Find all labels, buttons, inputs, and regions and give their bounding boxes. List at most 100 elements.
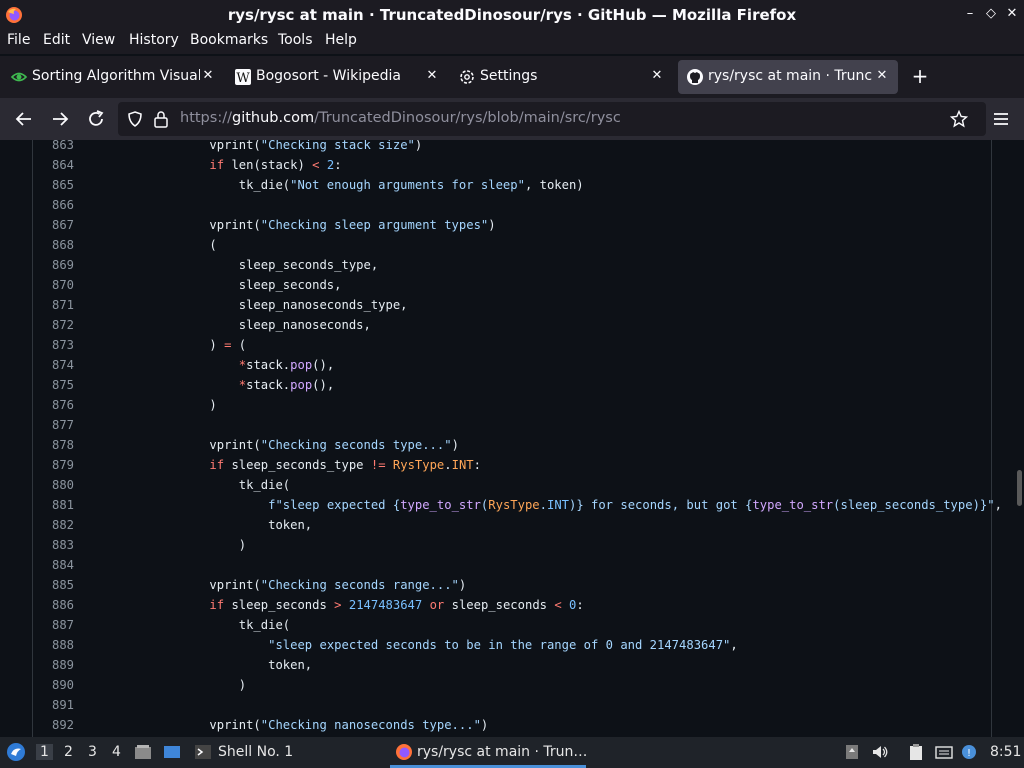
start-menu-icon[interactable] <box>6 742 26 762</box>
line-number[interactable]: 875 <box>40 375 74 395</box>
line-number[interactable]: 891 <box>40 695 74 715</box>
line-number[interactable]: 876 <box>40 395 74 415</box>
line-number[interactable]: 867 <box>40 215 74 235</box>
workspace-3[interactable]: 3 <box>88 744 97 760</box>
code-line: 870 sleep_seconds, <box>0 275 1024 295</box>
line-number[interactable]: 864 <box>40 155 74 175</box>
sorting-visualizer-icon <box>10 72 28 82</box>
line-number[interactable]: 878 <box>40 435 74 455</box>
line-number[interactable]: 863 <box>40 140 74 155</box>
minimize-button[interactable]: – <box>961 5 979 23</box>
bookmark-star-icon[interactable] <box>950 110 968 128</box>
code-line: 876 ) <box>0 395 1024 415</box>
menu-history[interactable]: History <box>129 32 179 48</box>
tracking-protection-shield-icon[interactable] <box>126 110 144 128</box>
code-text: ) <box>180 538 247 552</box>
line-number[interactable]: 866 <box>40 195 74 215</box>
menu-bar: File Edit View History Bookmarks Tools H… <box>0 30 1024 54</box>
wikipedia-icon: W <box>235 69 251 86</box>
code-text: ( <box>180 238 217 252</box>
tab-strip: Sorting Algorithm Visuali ✕ W Bogosort -… <box>0 56 1024 98</box>
line-number[interactable]: 883 <box>40 535 74 555</box>
line-number[interactable]: 882 <box>40 515 74 535</box>
workspace-4[interactable]: 4 <box>112 744 121 760</box>
code-line: 863 vprint("Checking stack size") <box>0 140 1024 155</box>
menu-file[interactable]: File <box>7 32 30 48</box>
forward-arrow-icon[interactable] <box>49 108 71 130</box>
menu-tools[interactable]: Tools <box>278 32 313 48</box>
hamburger-menu-icon[interactable] <box>990 108 1012 130</box>
line-number[interactable]: 870 <box>40 275 74 295</box>
line-number[interactable]: 890 <box>40 675 74 695</box>
tab-rysc-github[interactable]: rys/rysc at main · Truncat ✕ <box>678 60 898 94</box>
tab-settings[interactable]: Settings ✕ <box>450 60 674 94</box>
line-number[interactable]: 865 <box>40 175 74 195</box>
menu-bookmarks[interactable]: Bookmarks <box>190 32 268 48</box>
close-tab-icon[interactable]: ✕ <box>424 68 440 84</box>
volume-icon[interactable] <box>871 743 889 761</box>
line-number[interactable]: 885 <box>40 575 74 595</box>
menu-view[interactable]: View <box>82 32 115 48</box>
code-line: 886 if sleep_seconds > 2147483647 or sle… <box>0 595 1024 615</box>
line-number[interactable]: 881 <box>40 495 74 515</box>
code-text: sleep_seconds, <box>180 278 342 292</box>
file-manager-icon[interactable] <box>134 743 152 761</box>
line-number[interactable]: 873 <box>40 335 74 355</box>
line-number[interactable]: 869 <box>40 255 74 275</box>
close-tab-icon[interactable]: ✕ <box>874 68 890 84</box>
notification-icon[interactable]: ! <box>960 743 978 761</box>
line-number[interactable]: 886 <box>40 595 74 615</box>
line-number[interactable]: 880 <box>40 475 74 495</box>
reload-icon[interactable] <box>85 108 107 130</box>
line-number[interactable]: 892 <box>40 715 74 735</box>
close-tab-icon[interactable]: ✕ <box>649 68 665 84</box>
url-host: github.com <box>231 110 315 126</box>
url-bar[interactable]: https://github.com/TruncatedDinosour/rys… <box>118 102 986 136</box>
tab-bogosort-wikipedia[interactable]: W Bogosort - Wikipedia ✕ <box>226 60 446 94</box>
scrollbar-thumb[interactable] <box>1017 470 1022 506</box>
code-line: 878 vprint("Checking seconds type...") <box>0 435 1024 455</box>
code-line: 891 <box>0 695 1024 715</box>
code-viewer[interactable]: 863 vprint("Checking stack size") 864 if … <box>0 140 1024 737</box>
desktop-icon[interactable] <box>163 743 181 761</box>
line-number[interactable]: 871 <box>40 295 74 315</box>
line-number[interactable]: 872 <box>40 315 74 335</box>
lock-icon[interactable] <box>153 110 169 128</box>
tab-sorting-visualizer[interactable]: Sorting Algorithm Visuali ✕ <box>2 60 222 94</box>
url-path: /TruncatedDinosour/rys/blob/main/src/rys… <box>314 110 621 126</box>
code-text: vprint("Checking nanoseconds type...") <box>180 718 489 732</box>
url-text[interactable]: https://github.com/TruncatedDinosour/rys… <box>180 110 621 126</box>
close-tab-icon[interactable]: ✕ <box>200 68 216 84</box>
code-text: vprint("Checking seconds type...") <box>180 438 459 452</box>
code-line: 885 vprint("Checking seconds range...") <box>0 575 1024 595</box>
new-tab-button[interactable]: + <box>908 64 932 88</box>
task-firefox[interactable]: rys/rysc at main · Trun… <box>417 744 587 760</box>
line-number[interactable]: 889 <box>40 655 74 675</box>
code-text: if sleep_seconds > 2147483647 or sleep_s… <box>180 598 584 612</box>
line-number[interactable]: 884 <box>40 555 74 575</box>
menu-edit[interactable]: Edit <box>43 32 70 48</box>
line-number[interactable]: 874 <box>40 355 74 375</box>
back-arrow-icon[interactable] <box>13 108 35 130</box>
code-line: 865 tk_die("Not enough arguments for sle… <box>0 175 1024 195</box>
network-icon[interactable] <box>935 743 953 761</box>
clipboard-icon[interactable] <box>907 743 925 761</box>
url-scheme: https:// <box>180 110 232 126</box>
line-number[interactable]: 887 <box>40 615 74 635</box>
line-number[interactable]: 888 <box>40 635 74 655</box>
code-line: 871 sleep_nanoseconds_type, <box>0 295 1024 315</box>
task-shell[interactable]: Shell No. 1 <box>218 744 293 760</box>
upload-icon[interactable] <box>843 743 861 761</box>
workspace-1[interactable]: 1 <box>36 744 53 760</box>
line-number[interactable]: 877 <box>40 415 74 435</box>
code-text: token, <box>180 518 313 532</box>
line-number[interactable]: 879 <box>40 455 74 475</box>
menu-help[interactable]: Help <box>325 32 357 48</box>
code-text: sleep_seconds_type, <box>180 258 379 272</box>
maximize-button[interactable]: ◇ <box>982 5 1000 23</box>
line-number[interactable]: 868 <box>40 235 74 255</box>
close-window-button[interactable]: ✕ <box>1003 5 1021 23</box>
workspace-2[interactable]: 2 <box>64 744 73 760</box>
